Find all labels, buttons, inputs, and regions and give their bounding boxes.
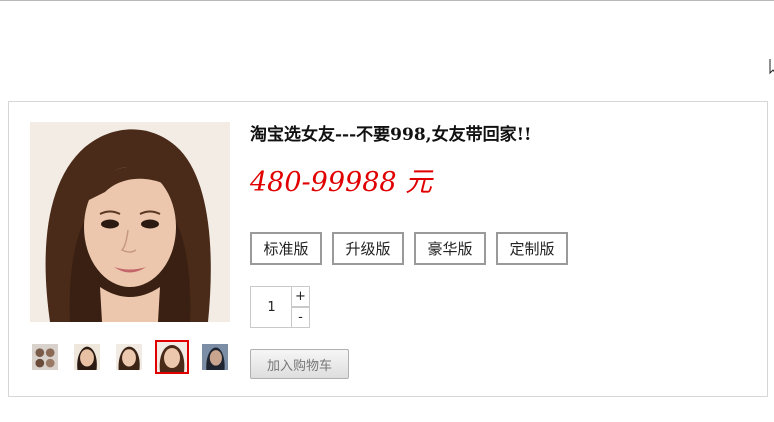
version-standard-button[interactable]: 标准版 (250, 232, 322, 265)
main-product-image (30, 122, 230, 322)
thumbnail-4[interactable] (155, 340, 189, 374)
quantity-input[interactable] (250, 286, 292, 328)
mouse-cursor-icon (769, 59, 774, 75)
product-price: 480-99988 元 (250, 167, 433, 198)
thumbnail-4-image-icon (157, 342, 187, 372)
thumbnail-5-image-icon (202, 344, 228, 370)
product-card: 淘宝选女友---不要998,女友带回家!! 480-99988 元 标准版 升级… (8, 101, 768, 397)
product-title: 淘宝选女友---不要998,女友带回家!! (250, 125, 532, 145)
thumbnail-2[interactable] (72, 342, 102, 372)
portrait-photo-icon (30, 122, 230, 322)
quantity-increase-button[interactable]: + (291, 286, 310, 307)
add-to-cart-button[interactable]: 加入购物车 (250, 349, 349, 379)
quantity-decrease-button[interactable]: - (291, 307, 310, 328)
version-custom-button[interactable]: 定制版 (496, 232, 568, 265)
version-deluxe-button[interactable]: 豪华版 (414, 232, 486, 265)
thumbnail-2-image-icon (74, 344, 100, 370)
version-upgrade-button[interactable]: 升级版 (332, 232, 404, 265)
top-divider (0, 0, 774, 1)
thumbnail-1[interactable] (30, 342, 60, 372)
quantity-stepper: + - (250, 286, 310, 328)
thumbnail-3[interactable] (114, 342, 144, 372)
thumbnail-3-image-icon (116, 344, 142, 370)
thumbnail-5[interactable] (200, 342, 230, 372)
thumbnail-1-image-icon (32, 344, 58, 370)
